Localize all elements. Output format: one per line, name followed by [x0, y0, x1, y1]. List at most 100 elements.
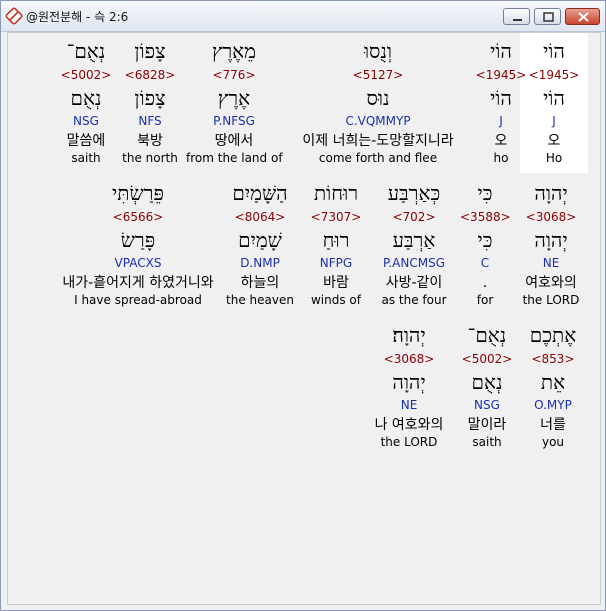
korean-gloss: 말씀에 [66, 133, 106, 149]
word-cell[interactable]: פֵּרַשְׂתִּי <6566> פָּרַשׂ VPACXS 내가-흩어… [60, 175, 216, 315]
morphology-code: VPACXS [114, 256, 162, 270]
morphology-code: NSG [474, 398, 500, 412]
word-cell[interactable]: וְנֻסוּ <5127> נוּס C.VQMMYP 이제 너희는-도망할지… [290, 33, 466, 173]
morphology-code: NE [400, 398, 418, 412]
morphology-code: D.NMP [240, 256, 280, 270]
korean-gloss: 너를 [540, 417, 566, 433]
hebrew-word: נְאֻם־ [66, 39, 106, 63]
english-gloss: I have spread-abroad [74, 293, 202, 307]
hebrew-word: מֵאֶרֶץ [211, 39, 257, 63]
morphology-code: NFPG [319, 256, 353, 270]
word-cell[interactable]: יְהוָה <3068> יְהוָה NE 여호와의 the LORD [514, 175, 588, 315]
korean-gloss: 말이라 [467, 417, 507, 433]
hebrew-lemma: רוּחַ [322, 228, 350, 252]
hebrew-word: וְנֻסוּ [363, 39, 393, 63]
word-cell[interactable]: נְאֻם־ <5002> נְאֻם NSG 말씀에 saith [58, 33, 114, 173]
morphology-code: NSG [73, 114, 99, 128]
strong-number[interactable]: <1945> [474, 67, 528, 83]
maximize-button[interactable] [534, 8, 561, 25]
word-cell[interactable]: כִּי <3588> כִּי C . for [460, 175, 511, 315]
strong-number[interactable]: <8064> [222, 209, 298, 225]
strong-number[interactable]: <1945> [520, 67, 588, 83]
morphology-code: NE [542, 256, 560, 270]
hebrew-word: צָפוֹן [134, 39, 166, 63]
english-gloss: come forth and flee [318, 151, 438, 165]
hebrew-lemma: יְהוָה [392, 370, 426, 394]
word-cell[interactable]: כְּאַרְבַּע <702> אַרְבַּע P.ANCMSG 사방-같… [374, 175, 454, 315]
korean-gloss: 사방-같이 [385, 275, 443, 291]
hebrew-word: רוּחוֹת [313, 181, 359, 205]
korean-gloss: 오 [494, 133, 508, 149]
morphology-code: P.ANCMSG [382, 256, 445, 270]
english-gloss: ho [493, 151, 509, 165]
strong-number[interactable]: <702> [374, 209, 454, 225]
hebrew-lemma: הוֹי [543, 86, 565, 110]
window-title: @원전분해 - 슥 2:6 [26, 10, 129, 24]
hebrew-lemma: כִּי [477, 228, 493, 252]
strong-number[interactable]: <6566> [60, 209, 216, 225]
strong-number[interactable]: <3068> [514, 209, 588, 225]
hebrew-word: פֵּרַשְׂתִּי [112, 181, 164, 205]
app-icon[interactable] [5, 7, 23, 25]
korean-gloss: 하늘의 [240, 275, 280, 291]
english-gloss: the LORD [380, 435, 438, 449]
hebrew-lemma: פָּרַשׂ [120, 228, 156, 252]
korean-gloss: 북방 [137, 133, 163, 149]
word-cell[interactable]: מֵאֶרֶץ <776> אֶרֶץ P.NFSG 땅에서 from the … [186, 33, 283, 173]
word-cell[interactable]: רוּחוֹת <7307> רוּחַ NFPG 바람 winds of [306, 175, 366, 315]
english-gloss: as the four [381, 293, 447, 307]
english-gloss: for [476, 293, 494, 307]
morphology-code: C [480, 256, 490, 270]
word-cell[interactable]: אֶתְכֶם <853> אֵת O.MYP 너를 you [522, 317, 584, 457]
word-cell[interactable]: הַשָּׁמַיִם <8064> שָׁמַיִם D.NMP 하늘의 th… [222, 175, 298, 315]
hebrew-lemma: שָׁמַיִם [238, 228, 282, 252]
word-cell[interactable]: צָפוֹן <6828> צָפוֹן NFS 북방 the north [120, 33, 180, 173]
hebrew-word: יְהוָה [534, 181, 568, 205]
strong-number[interactable]: <5002> [458, 351, 516, 367]
korean-gloss: 오 [547, 133, 561, 149]
strong-number[interactable]: <853> [522, 351, 584, 367]
korean-gloss: 바람 [323, 275, 349, 291]
hebrew-word: יְהוָה׃ [392, 323, 426, 347]
strong-number[interactable]: <3588> [460, 209, 511, 225]
english-gloss: winds of [310, 293, 361, 307]
hebrew-word: כִּי [477, 181, 493, 205]
korean-gloss: 나 여호와의 [374, 417, 444, 433]
english-gloss: the LORD [522, 293, 580, 307]
app-window: @원전분해 - 슥 2:6 הוֹי <1945> הוֹי J 오 Ho הו… [0, 0, 606, 611]
english-gloss: the heaven [226, 293, 294, 307]
morphology-code: NFS [138, 114, 162, 128]
hebrew-lemma: הוֹי [490, 86, 512, 110]
hebrew-lemma: אֵת [540, 370, 566, 394]
morphology-code: O.MYP [534, 398, 572, 412]
korean-gloss: 내가-흩어지게 하였거니와 [62, 275, 214, 291]
title-bar: @원전분해 - 슥 2:6 [1, 1, 605, 32]
korean-gloss: . [482, 275, 488, 291]
word-cell[interactable]: יְהוָה׃ <3068> יְהוָה NE 나 여호와의 the LORD [368, 317, 450, 457]
hebrew-word: כְּאַרְבַּע [387, 181, 441, 205]
minimize-button[interactable] [503, 8, 530, 25]
hebrew-word: הוֹי [543, 39, 565, 63]
strong-number[interactable]: <3068> [368, 351, 450, 367]
word-cell[interactable]: הוֹי <1945> הוֹי J 오 Ho [520, 33, 588, 173]
strong-number[interactable]: <5002> [58, 67, 114, 83]
english-gloss: Ho [545, 151, 563, 165]
word-cell[interactable]: נְאֻם־ <5002> נְאֻם NSG 말이라 saith [458, 317, 516, 457]
english-gloss: you [541, 435, 565, 449]
morphology-code: J [499, 114, 503, 128]
strong-number[interactable]: <5127> [290, 67, 466, 83]
hebrew-lemma: נְאֻם [70, 86, 102, 110]
morphology-code: P.NFSG [213, 114, 255, 128]
strong-number[interactable]: <776> [186, 67, 282, 83]
strong-number[interactable]: <7307> [306, 209, 366, 225]
close-button[interactable] [565, 8, 600, 25]
english-gloss: from the land of [186, 151, 283, 165]
english-gloss: the north [122, 151, 178, 165]
hebrew-word: נְאֻם־ [467, 323, 507, 347]
hebrew-word: הוֹי [490, 39, 512, 63]
korean-gloss: 여호와의 [525, 275, 577, 291]
strong-number[interactable]: <6828> [120, 67, 180, 83]
word-cell[interactable]: הוֹי <1945> הוֹי J 오 ho [474, 33, 528, 173]
korean-gloss: 땅에서 [214, 133, 254, 149]
hebrew-word: אֶתְכֶם [529, 323, 577, 347]
